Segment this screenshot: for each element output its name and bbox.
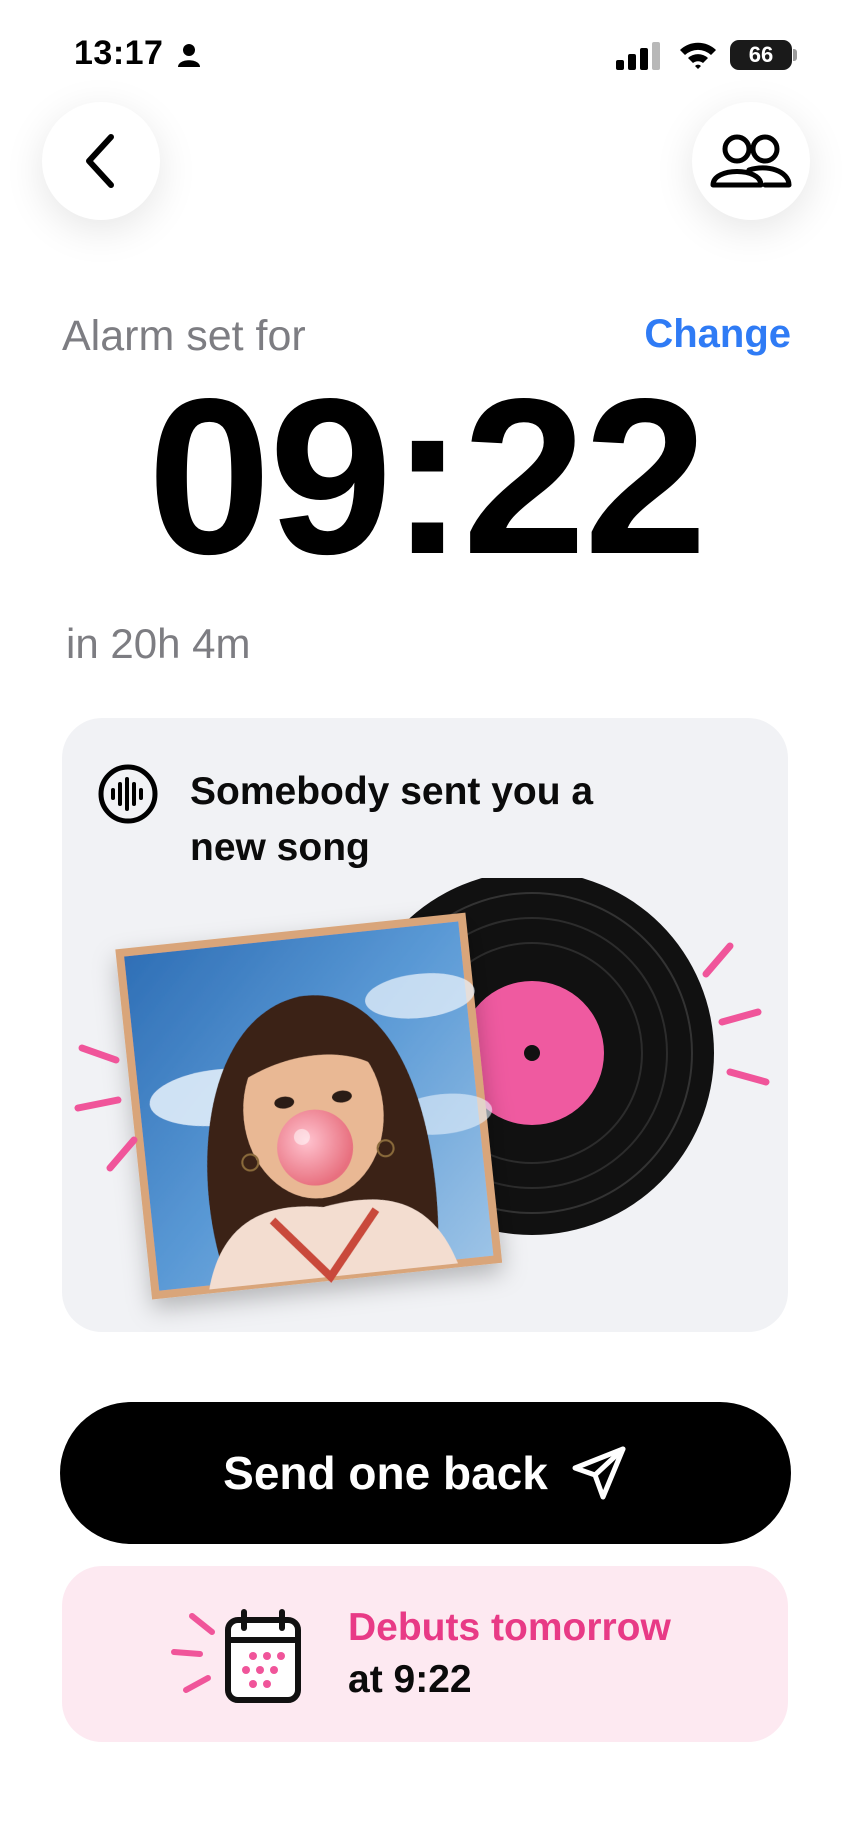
calendar-icon [171, 1609, 301, 1703]
person-icon [178, 44, 200, 67]
alarm-time: 09:22 [147, 353, 708, 601]
friends-button[interactable] [692, 102, 810, 220]
battery-level: 66 [748, 42, 774, 67]
send-one-back-button[interactable]: Send one back [60, 1402, 791, 1544]
send-button-label: Send one back [223, 1447, 548, 1499]
album-cover [115, 912, 503, 1300]
battery-cap [793, 49, 797, 61]
battery-icon: 66 [730, 40, 792, 70]
burst-lines-left [74, 1044, 138, 1172]
alarm-countdown: in 20h 4m [66, 620, 251, 667]
burst-lines-right [702, 942, 770, 1086]
signal-icon [616, 42, 660, 70]
people-icon [710, 134, 792, 188]
debut-title: Debuts tomorrow [348, 1606, 671, 1649]
wifi-icon [680, 42, 716, 69]
debut-card: Debuts tomorrow at 9:22 [62, 1566, 788, 1742]
back-button[interactable] [42, 102, 160, 220]
chevron-left-icon [86, 134, 114, 188]
song-card-title: Somebody sent you a new song [190, 770, 594, 869]
debut-time: at 9:22 [348, 1658, 472, 1701]
status-bar: 13:17 66 [0, 0, 853, 110]
status-time: 13:17 [74, 34, 164, 72]
paper-plane-icon [572, 1446, 626, 1500]
album-artwork [74, 878, 770, 1300]
change-alarm-button[interactable]: Change [644, 312, 791, 357]
audio-wave-icon [98, 764, 158, 824]
song-card[interactable]: Somebody sent you a new song [62, 718, 788, 1332]
